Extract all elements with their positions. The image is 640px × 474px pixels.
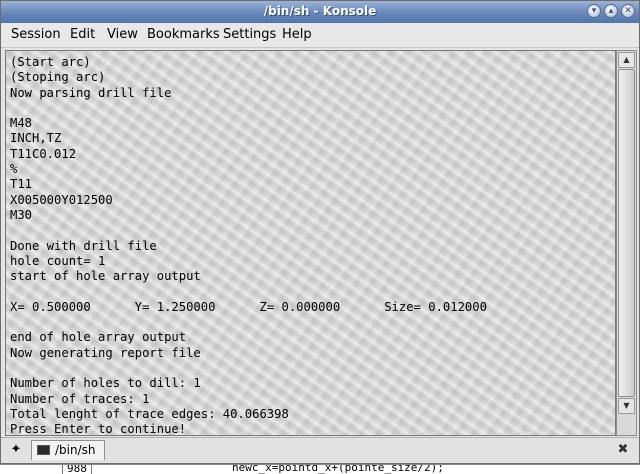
session-tab[interactable]: /bin/sh: [31, 440, 105, 460]
title-bar[interactable]: /bin/sh - Konsole ▾ ▴ ✕: [1, 1, 639, 23]
terminal-line: end of hole array output: [10, 330, 187, 345]
window-title: /bin/sh - Konsole: [263, 4, 377, 18]
menu-help[interactable]: Help: [282, 27, 312, 42]
new-session-icon[interactable]: ✦: [7, 442, 25, 458]
menu-view[interactable]: View: [107, 27, 138, 42]
close-button[interactable]: ✕: [621, 4, 635, 18]
terminal-line: Done with drill file: [10, 238, 157, 253]
terminal-icon: [37, 445, 50, 455]
terminal-line: M48: [10, 116, 33, 131]
terminal-line: T11: [10, 177, 33, 192]
session-tab-label: /bin/sh: [55, 443, 96, 457]
terminal-line: %: [10, 162, 18, 177]
menu-session[interactable]: Session: [11, 27, 61, 42]
menu-edit[interactable]: Edit: [70, 27, 95, 42]
terminal-line: X005000Y012500: [10, 192, 113, 207]
menu-bar: Session Edit View Bookmarks Settings Hel…: [1, 23, 639, 48]
scroll-thumb[interactable]: [618, 69, 635, 397]
terminal-line: (Start arc): [10, 55, 91, 69]
vertical-scrollbar[interactable]: ▲ ▼: [616, 50, 637, 436]
terminal-line: INCH,TZ: [10, 131, 62, 146]
konsole-window: /bin/sh - Konsole ▾ ▴ ✕ Session Edit Vie…: [0, 0, 640, 464]
terminal-line: start of hole array output: [10, 269, 201, 284]
terminal-line: X= 0.500000 Y= 1.250000 Z= 0.000000 Size…: [10, 299, 487, 314]
terminal-line: Press Enter to continue!: [10, 422, 187, 436]
terminal-area[interactable]: (Start arc) (Stoping arc) Now parsing dr…: [5, 50, 616, 436]
scroll-up-arrow-icon[interactable]: ▲: [618, 52, 635, 68]
close-session-icon[interactable]: ✖: [614, 441, 632, 459]
session-tab-bar: ✦ /bin/sh ✖: [1, 437, 639, 462]
terminal-line: M30: [10, 207, 33, 222]
terminal-line: Now parsing drill file: [10, 85, 172, 100]
maximize-button[interactable]: ▴: [604, 4, 618, 18]
terminal-line: Number of traces: 1: [10, 391, 150, 406]
terminal-line: Now generating report file: [10, 345, 201, 360]
menu-settings[interactable]: Settings: [223, 27, 276, 42]
terminal-line: Total lenght of trace edges: 40.066398: [10, 406, 289, 421]
terminal-line: T11C0.012: [10, 146, 77, 161]
scroll-down-arrow-icon[interactable]: ▼: [618, 398, 635, 414]
terminal-output: (Start arc) (Stoping arc) Now parsing dr…: [10, 55, 487, 436]
terminal-line: (Stoping arc): [10, 70, 106, 85]
terminal-line: hole count= 1: [10, 253, 106, 268]
menu-bookmarks[interactable]: Bookmarks: [147, 27, 220, 42]
minimize-button[interactable]: ▾: [587, 4, 601, 18]
terminal-line: Number of holes to dill: 1: [10, 376, 201, 391]
